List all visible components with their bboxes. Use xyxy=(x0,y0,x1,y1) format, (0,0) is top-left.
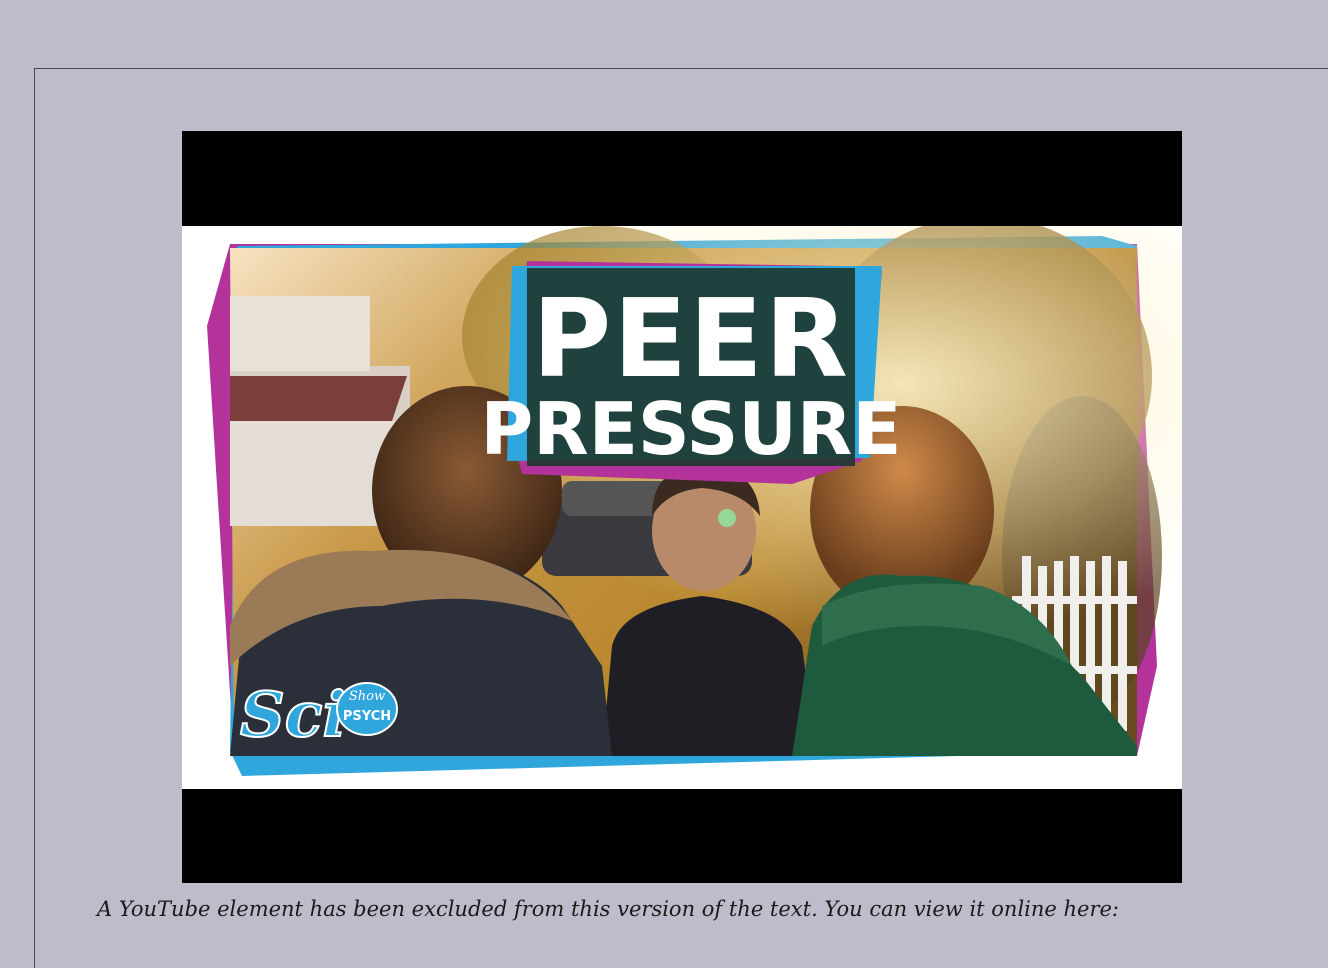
logo-main: Sci xyxy=(240,678,346,751)
thumbnail-art: PEER PRESSURE Sci Show PSYCH xyxy=(182,226,1182,789)
excluded-video-notice: A YouTube element has been excluded from… xyxy=(97,897,1120,921)
video-thumbnail[interactable]: PEER PRESSURE Sci Show PSYCH xyxy=(182,226,1182,789)
thumbnail-title-line1: PEER xyxy=(532,277,850,402)
logo-sub-top: Show xyxy=(349,689,385,704)
youtube-embed[interactable]: PEER PRESSURE Sci Show PSYCH xyxy=(182,131,1182,883)
thumbnail-title-line2: PRESSURE xyxy=(481,387,902,471)
logo-sub-bottom: PSYCH xyxy=(343,709,391,724)
